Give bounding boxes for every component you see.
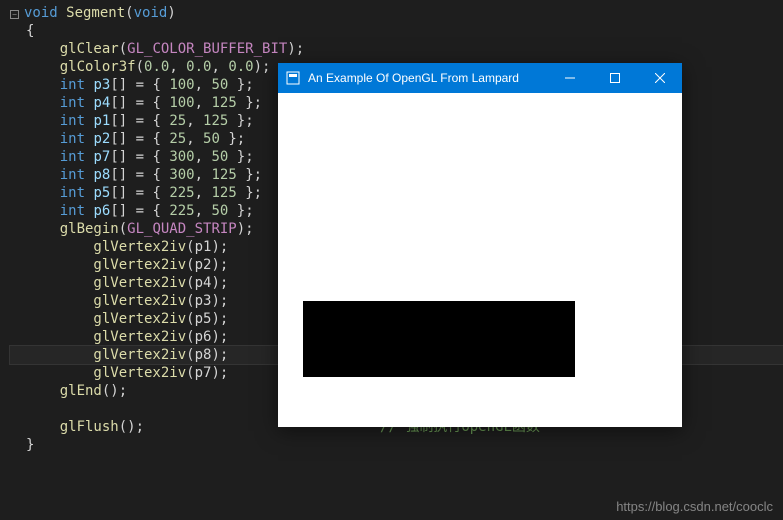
rendered-quad xyxy=(303,301,575,377)
opengl-canvas xyxy=(278,93,682,427)
code-line: −void Segment(void) xyxy=(10,4,783,22)
window-controls xyxy=(547,63,682,93)
fold-icon[interactable]: − xyxy=(10,10,19,19)
code-line: } xyxy=(10,436,783,454)
titlebar[interactable]: An Example Of OpenGL From Lampard xyxy=(278,63,682,93)
code-line: { xyxy=(10,22,783,40)
maximize-button[interactable] xyxy=(592,63,637,93)
minimize-button[interactable] xyxy=(547,63,592,93)
code-line: glClear(GL_COLOR_BUFFER_BIT); xyxy=(10,40,783,58)
close-button[interactable] xyxy=(637,63,682,93)
app-icon xyxy=(286,71,300,85)
opengl-output-window: An Example Of OpenGL From Lampard xyxy=(278,63,682,427)
watermark: https://blog.csdn.net/cooclc xyxy=(616,499,773,514)
window-title: An Example Of OpenGL From Lampard xyxy=(308,71,547,85)
